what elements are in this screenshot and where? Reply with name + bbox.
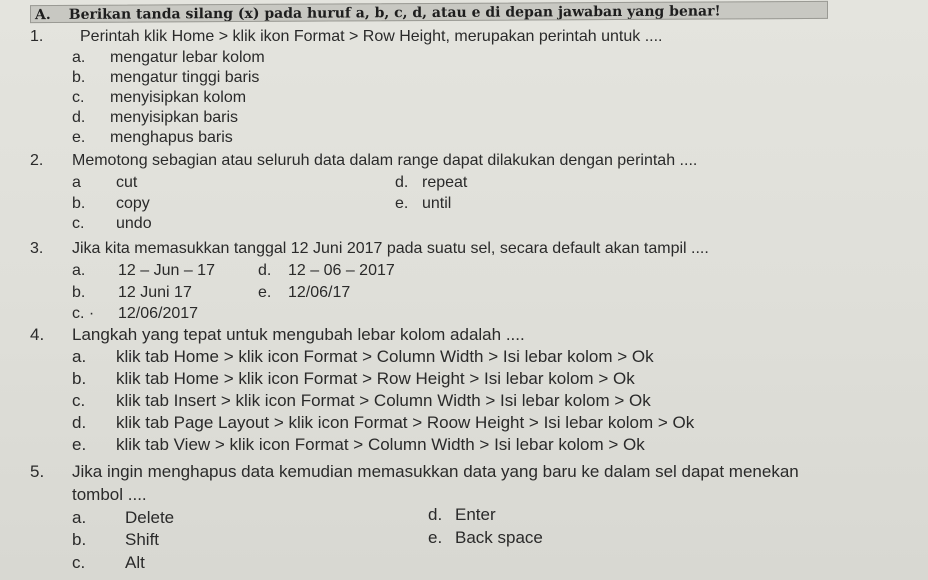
option-text: klik tab View > klik icon Format > Colum… (116, 435, 645, 454)
option-text: mengatur tinggi baris (110, 69, 260, 86)
option-text: until (422, 195, 452, 212)
option-text: klik tab Home > klik icon Format > Colum… (116, 347, 654, 366)
option-letter[interactable]: e. (395, 195, 408, 213)
option-letter[interactable]: c. (72, 553, 85, 573)
question-number: 5. (30, 462, 45, 481)
option-letter[interactable]: b. (72, 369, 86, 389)
option-letter[interactable]: b. (72, 195, 85, 213)
option-text: 12 – 06 – 2017 (288, 262, 395, 279)
option-text: klik tab Insert > klik icon Format > Col… (116, 391, 651, 410)
option-letter[interactable]: a. (72, 347, 86, 367)
option-letter[interactable]: d. (258, 262, 271, 280)
option-letter[interactable]: e. (258, 284, 271, 302)
option-text: repeat (422, 174, 468, 191)
option-letter[interactable]: b. (72, 530, 86, 550)
option-text: klik tab Page Layout > klik icon Format … (116, 413, 695, 432)
option-text: klik tab Home > klik icon Format > Row H… (116, 369, 635, 388)
option-letter[interactable]: c. (72, 391, 85, 411)
option-text: 12 – Jun – 17 (118, 262, 215, 279)
option-text: 12/06/2017 (118, 305, 199, 322)
question-text: Langkah yang tepat untuk mengubah lebar … (72, 325, 525, 344)
option-letter[interactable]: e. (72, 435, 86, 455)
option-text: 12 Juni 17 (118, 284, 192, 301)
option-text: Enter (455, 505, 496, 524)
option-letter[interactable]: d. (395, 174, 408, 192)
option-text: menghapus baris (110, 129, 233, 146)
option-letter[interactable]: e. (72, 129, 85, 147)
question-text: Memotong sebagian atau seluruh data dala… (72, 152, 698, 169)
instruction-text: Berikan tanda silang (x) pada huruf a, b… (68, 3, 721, 23)
option-letter[interactable]: d. (72, 109, 85, 127)
question-text: Jika ingin menghapus data kemudian memas… (72, 462, 799, 481)
question-text: Perintah klik Home > klik ikon Format > … (80, 28, 663, 45)
question-text: Jika kita memasukkan tanggal 12 Juni 201… (72, 240, 709, 257)
option-letter[interactable]: e. (428, 528, 442, 548)
question-text-continued: tombol .... (72, 485, 147, 504)
option-text: menyisipkan kolom (110, 89, 247, 106)
option-text: mengatur lebar kolom (110, 49, 265, 66)
option-letter[interactable]: a (72, 174, 81, 192)
option-letter[interactable]: a. (72, 508, 86, 528)
option-text: 12/06/17 (288, 284, 351, 301)
option-letter[interactable]: a. (72, 262, 85, 280)
option-text: Back space (455, 528, 543, 547)
question-number: 2. (30, 152, 44, 169)
instruction-header: A. Berikan tanda silang (x) pada huruf a,… (30, 0, 828, 24)
option-letter[interactable]: c. (72, 89, 84, 107)
option-text: copy (116, 195, 150, 212)
option-letter[interactable]: b. (72, 284, 85, 302)
option-text: cut (116, 174, 138, 191)
option-text: undo (116, 215, 152, 232)
worksheet-page: A. Berikan tanda silang (x) pada huruf a,… (0, 0, 928, 580)
option-letter[interactable]: d. (428, 505, 442, 525)
question-number: 3. (30, 240, 44, 257)
question-number: 1. (30, 28, 44, 45)
option-letter[interactable]: a. (72, 49, 85, 67)
option-letter[interactable]: d. (72, 413, 86, 433)
option-text: Alt (125, 553, 145, 572)
question-number: 4. (30, 325, 45, 344)
option-letter[interactable]: c. · (72, 305, 94, 323)
option-text: Shift (125, 530, 160, 549)
option-letter[interactable]: c. (72, 215, 84, 233)
option-text: Delete (125, 508, 175, 527)
option-text: menyisipkan baris (110, 109, 239, 126)
option-letter[interactable]: b. (72, 69, 85, 87)
section-letter: A. (35, 6, 51, 24)
